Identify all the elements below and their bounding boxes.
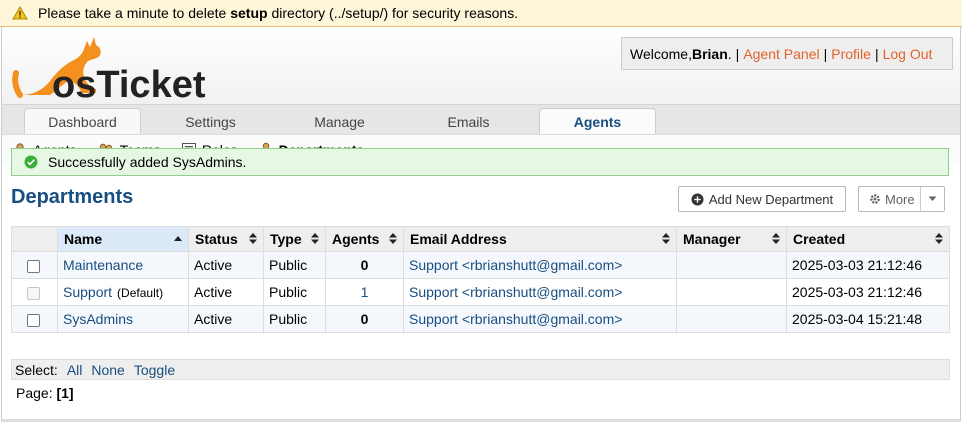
sort-icon: [935, 233, 943, 244]
warning-icon: [12, 6, 28, 20]
created-cell: 2025-03-03 21:12:46: [786, 278, 950, 306]
osticket-logo[interactable]: osTicket: [12, 31, 212, 101]
column-header-email-address[interactable]: Email Address: [403, 226, 677, 252]
setup-warning-text: Please take a minute to delete setup dir…: [38, 5, 519, 21]
select-all-link[interactable]: All: [67, 362, 83, 378]
select-bar: Select: All None Toggle: [11, 359, 950, 380]
check-circle-icon: [24, 155, 38, 169]
agents-count-cell: 0: [325, 251, 404, 279]
svg-text:osTicket: osTicket: [52, 64, 206, 101]
tab-settings[interactable]: Settings: [152, 108, 269, 135]
page-label: Page:: [16, 385, 53, 401]
tab-dashboard[interactable]: Dashboard: [24, 108, 141, 135]
sort-icon: [311, 233, 319, 244]
sort-icon: [389, 233, 397, 244]
default-tag: (Default): [117, 286, 164, 300]
current-page: [1]: [56, 385, 74, 401]
status-cell: Active: [188, 278, 264, 306]
email-address-link[interactable]: Support <rbrianshutt@gmail.com>: [409, 284, 622, 300]
created-cell: 2025-03-03 21:12:46: [786, 251, 950, 279]
select-toggle-link[interactable]: Toggle: [134, 362, 175, 378]
type-cell: Public: [263, 251, 326, 279]
manager-cell: [676, 305, 787, 333]
email-address-link[interactable]: Support <rbrianshutt@gmail.com>: [409, 257, 622, 273]
departments-table: Name Status Type Agents Email Address Ma…: [11, 226, 950, 333]
tab-emails[interactable]: Emails: [410, 108, 527, 135]
table-header-row: Name Status Type Agents Email Address Ma…: [11, 226, 950, 252]
table-row: Support (Default) Active Public 1 Support…: [11, 278, 950, 306]
welcome-box: Welcome, Brian. | Agent Panel | Profile …: [621, 37, 953, 70]
welcome-greeting: Welcome,: [630, 45, 692, 62]
column-header-type[interactable]: Type: [263, 226, 326, 252]
email-address-link[interactable]: Support <rbrianshutt@gmail.com>: [409, 311, 622, 327]
type-cell: Public: [263, 278, 326, 306]
sort-icon: [249, 233, 257, 244]
agent-panel-link[interactable]: Agent Panel: [743, 46, 819, 62]
row-checkbox[interactable]: [27, 313, 40, 327]
row-checkbox-disabled: [27, 286, 40, 300]
pagination: Page: [1]: [16, 385, 74, 401]
column-header-status[interactable]: Status: [188, 226, 264, 252]
separator: |: [874, 45, 879, 62]
add-new-department-button[interactable]: Add New Department: [678, 186, 846, 212]
sort-asc-icon: [174, 236, 182, 241]
sort-icon: [772, 233, 780, 244]
agents-count-link[interactable]: 1: [361, 284, 369, 300]
separator: |: [823, 45, 828, 62]
table-row: SysAdmins Active Public 0 Support <rbria…: [11, 305, 950, 333]
row-checkbox[interactable]: [27, 259, 40, 273]
tab-agents[interactable]: Agents: [539, 108, 656, 135]
success-text: Successfully added SysAdmins.: [48, 154, 247, 170]
status-cell: Active: [188, 251, 264, 279]
type-cell: Public: [263, 305, 326, 333]
manager-cell: [676, 251, 787, 279]
logout-link[interactable]: Log Out: [883, 46, 933, 62]
main-nav-tabs: Dashboard Settings Manage Emails Agents: [2, 104, 960, 135]
manager-cell: [676, 278, 787, 306]
page-title: Departments: [11, 186, 134, 208]
created-cell: 2025-03-04 15:21:48: [786, 305, 950, 333]
column-header-name[interactable]: Name: [57, 226, 189, 252]
select-label: Select:: [15, 361, 58, 378]
welcome-username: Brian: [691, 45, 728, 62]
column-header-created[interactable]: Created: [786, 226, 950, 252]
agents-count-cell: 0: [325, 305, 404, 333]
department-name-link[interactable]: SysAdmins: [63, 311, 133, 327]
chevron-down-icon: [928, 196, 937, 201]
column-header-manager[interactable]: Manager: [676, 226, 787, 252]
setup-warning-bar: Please take a minute to delete setup dir…: [0, 0, 962, 27]
column-header-agents[interactable]: Agents: [325, 226, 404, 252]
separator: |: [735, 45, 740, 62]
status-cell: Active: [188, 305, 264, 333]
table-row: Maintenance Active Public 0 Support <rbr…: [11, 251, 950, 279]
tab-manage[interactable]: Manage: [281, 108, 398, 135]
gear-icon: [870, 194, 880, 204]
department-name-link[interactable]: Maintenance: [63, 257, 143, 273]
select-column-header: [11, 226, 58, 252]
header: osTicket Welcome, Brian. | Agent Panel |…: [2, 27, 960, 104]
department-name-link[interactable]: Support: [63, 284, 112, 300]
select-none-link[interactable]: None: [91, 362, 124, 378]
sort-icon: [662, 233, 670, 244]
more-dropdown-button[interactable]: More: [858, 186, 945, 212]
profile-link[interactable]: Profile: [831, 46, 871, 62]
plus-circle-icon: [691, 193, 704, 205]
success-message: Successfully added SysAdmins.: [11, 148, 949, 176]
